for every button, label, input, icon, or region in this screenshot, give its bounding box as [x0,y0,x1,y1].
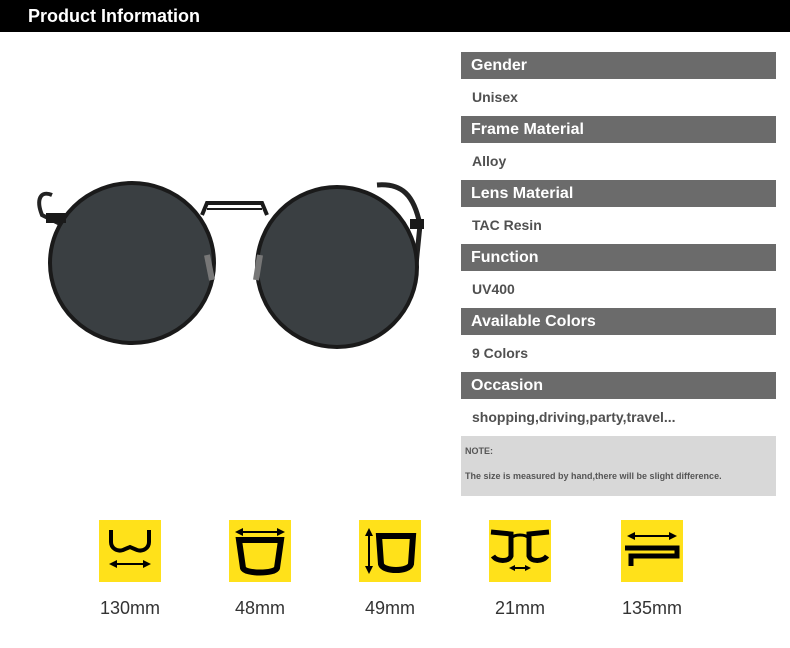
spec-list: Gender Unisex Frame Material Alloy Lens … [461,52,776,496]
measurement-value: 130mm [99,598,161,618]
measurement-temple-length: 135mm [582,520,722,619]
spec-value-occasion: shopping,driving,party,travel... [472,409,676,425]
spec-label-available-colors: Available Colors [461,308,776,335]
spec-value-gender: Unisex [472,89,518,105]
sunglasses-icon [37,181,424,349]
spec-value-function: UV400 [472,281,515,297]
measurement-lens-height: 49mm [320,520,460,619]
bridge-width-icon [489,520,551,582]
measurements-row: 130mm 48mm 49mm 21mm 135mm [0,520,790,630]
spec-label-frame-material: Frame Material [461,116,776,143]
product-image [22,155,442,355]
spec-value-lens-material: TAC Resin [472,217,542,233]
spec-label-occasion: Occasion [461,372,776,399]
note-box: NOTE: The size is measured by hand,there… [461,436,776,496]
note-text: The size is measured by hand,there will … [465,471,722,481]
spec-label-function: Function [461,244,776,271]
section-title: Product Information [28,6,200,26]
spec-value-frame-material: Alloy [472,153,507,169]
measurement-bridge-width: 21mm [450,520,590,619]
section-header: Product Information [0,0,790,32]
temple-length-icon [621,520,683,582]
lens-width-icon [229,520,291,582]
frame-width-icon [99,520,161,582]
measurement-frame-width: 130mm [60,520,200,619]
measurement-value: 135mm [621,598,683,618]
spec-value-available-colors: 9 Colors [472,345,529,361]
measurement-value: 21mm [494,598,545,618]
spec-label-gender: Gender [461,52,776,79]
measurement-value: 48mm [234,598,285,618]
spec-label-lens-material: Lens Material [461,180,776,207]
measurement-lens-width: 48mm [190,520,330,619]
measurement-value: 49mm [364,598,415,618]
note-title: NOTE: [465,446,493,456]
lens-height-icon [359,520,421,582]
